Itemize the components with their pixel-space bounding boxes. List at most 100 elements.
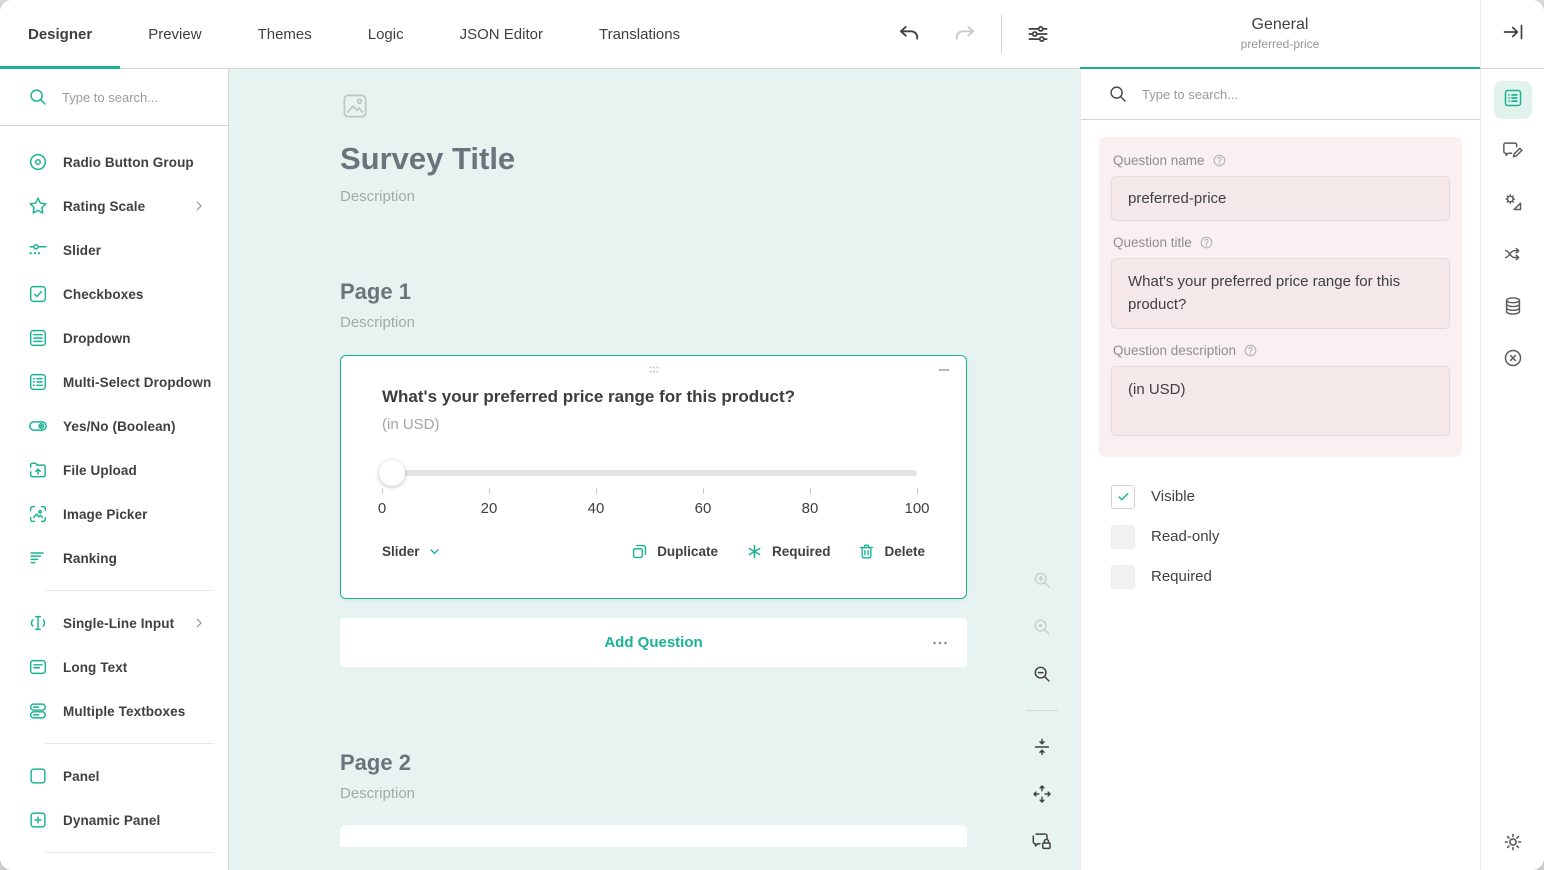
survey-title[interactable]: Survey Title <box>340 141 967 177</box>
unchecked-checkbox[interactable] <box>1111 565 1135 589</box>
toolbox-item-dropdown[interactable]: Dropdown <box>0 316 228 360</box>
category-tab-data[interactable] <box>1494 289 1532 327</box>
multi-textbox-icon <box>27 700 49 722</box>
toolbox-item-file-upload[interactable]: File Upload <box>0 448 228 492</box>
category-tab-design[interactable] <box>1494 185 1532 223</box>
survey-description[interactable]: Description <box>340 188 967 205</box>
toolbox-item-panel[interactable]: Panel <box>0 754 228 798</box>
property-panel-body: Question name preferred-price Question t… <box>1081 120 1480 597</box>
property-panel-header: General preferred-price <box>1080 0 1480 69</box>
zoom-actual-icon[interactable] <box>1031 616 1053 638</box>
toolbox-item-long-text[interactable]: Long Text <box>0 645 228 689</box>
redo-icon[interactable] <box>945 14 985 54</box>
slider-track[interactable] <box>382 470 917 476</box>
required-button[interactable]: Required <box>745 542 831 561</box>
page-2-title[interactable]: Page 2 <box>340 750 967 776</box>
add-question-button[interactable]: Add Question <box>340 618 967 667</box>
question-title-label: Question title <box>1113 235 1448 250</box>
help-icon[interactable] <box>1243 343 1258 358</box>
slider-control <box>382 460 925 486</box>
image-picker-icon <box>27 503 49 525</box>
checkbox-read-only[interactable]: Read-only <box>1111 517 1462 557</box>
category-tab-validation[interactable] <box>1494 341 1532 379</box>
toolbox-item-image-picker[interactable]: Image Picker <box>0 492 228 536</box>
add-question-menu-icon[interactable] <box>929 618 951 667</box>
tab-translations[interactable]: Translations <box>571 0 708 68</box>
zoom-in-icon[interactable] <box>1031 569 1053 591</box>
checkbox-icon <box>27 283 49 305</box>
ranking-icon <box>27 547 49 569</box>
fit-page-icon[interactable] <box>1031 783 1053 805</box>
question-description-field[interactable]: (in USD) <box>1111 366 1450 436</box>
page-1-title[interactable]: Page 1 <box>340 279 967 305</box>
question-type-selector[interactable]: Slider <box>382 544 441 559</box>
question-card-partial[interactable] <box>340 825 967 847</box>
checkbox-visible[interactable]: Visible <box>1111 477 1462 517</box>
dynamic-panel-icon <box>27 809 49 831</box>
question-description[interactable]: (in USD) <box>382 416 925 433</box>
slider-thumb[interactable] <box>379 460 405 486</box>
undo-icon[interactable] <box>889 14 929 54</box>
unchecked-checkbox[interactable] <box>1111 525 1135 549</box>
property-search-input[interactable] <box>1142 87 1392 102</box>
drag-handle-icon[interactable] <box>644 363 664 382</box>
survey-logo-placeholder-icon[interactable] <box>340 108 370 125</box>
toolbox-search-input[interactable] <box>62 90 212 105</box>
toolbox-item-rating-scale[interactable]: Rating Scale <box>0 184 228 228</box>
toolbox-item-yes-no-boolean[interactable]: Yes/No (Boolean) <box>0 404 228 448</box>
toolbox-item-radio-button-group[interactable]: Radio Button Group <box>0 140 228 184</box>
zoom-out-icon[interactable] <box>1031 663 1053 685</box>
help-icon[interactable] <box>1212 153 1227 168</box>
collapse-panel-icon <box>1501 20 1525 49</box>
toolbox-item-ranking[interactable]: Ranking <box>0 536 228 580</box>
toolbox-item-multi-select-dropdown[interactable]: Multi-Select Dropdown <box>0 360 228 404</box>
property-search[interactable] <box>1081 69 1480 120</box>
collapse-panel-button[interactable] <box>1480 0 1544 69</box>
toolbox-item-slider[interactable]: Slider <box>0 228 228 272</box>
tab-designer[interactable]: Designer <box>0 0 120 68</box>
slider-tick <box>810 488 811 494</box>
category-tab-display[interactable] <box>1494 133 1532 171</box>
top-toolbar: Designer Preview Themes Logic JSON Edito… <box>0 0 1080 69</box>
toolbox-item-checkboxes[interactable]: Checkboxes <box>0 272 228 316</box>
bubble-pencil-icon <box>1502 139 1524 166</box>
toolbox-item-dynamic-panel[interactable]: Dynamic Panel <box>0 798 228 842</box>
collapse-all-icon[interactable] <box>1031 736 1053 758</box>
duplicate-button[interactable]: Duplicate <box>630 542 718 561</box>
toolbox-search[interactable] <box>0 69 228 126</box>
settings-sliders-icon[interactable] <box>1018 14 1058 54</box>
chevron-right-icon[interactable] <box>192 616 206 630</box>
checkbox-required[interactable]: Required <box>1111 557 1462 597</box>
question-name-field[interactable]: preferred-price <box>1111 176 1450 221</box>
survey-content: Survey Title Description Page 1 Descript… <box>340 69 967 847</box>
page-1-description[interactable]: Description <box>340 314 967 331</box>
tab-themes[interactable]: Themes <box>230 0 340 68</box>
question-title-field[interactable]: What's your preferred price range for th… <box>1111 258 1450 329</box>
tab-json-editor[interactable]: JSON Editor <box>432 0 571 68</box>
asterisk-icon <box>745 542 764 561</box>
checked-checkbox[interactable] <box>1111 485 1135 509</box>
collapse-question-icon[interactable] <box>936 362 952 383</box>
canvas-tools-divider <box>1026 710 1058 711</box>
boolean-icon <box>27 415 49 437</box>
category-tab-general[interactable] <box>1494 81 1532 119</box>
tab-preview[interactable]: Preview <box>120 0 229 68</box>
chevron-right-icon[interactable] <box>192 199 206 213</box>
toolbox-sidebar: Radio Button GroupRating ScaleSliderChec… <box>0 69 229 870</box>
survey-lock-icon[interactable] <box>1031 830 1053 852</box>
toolbox-group-divider <box>45 590 214 591</box>
category-tab-logic[interactable] <box>1494 237 1532 275</box>
slider-tick <box>917 488 918 494</box>
toolbox-item-single-line-input[interactable]: Single-Line Input <box>0 601 228 645</box>
tab-logic[interactable]: Logic <box>340 0 432 68</box>
long-text-icon <box>27 656 49 678</box>
property-category-strip <box>1480 69 1544 870</box>
question-card-selected[interactable]: What's your preferred price range for th… <box>340 355 967 599</box>
toolbox-item-multiple-textboxes[interactable]: Multiple Textboxes <box>0 689 228 733</box>
delete-button[interactable]: Delete <box>857 542 925 561</box>
page-2-description[interactable]: Description <box>340 785 967 802</box>
creator-settings-gear-icon[interactable] <box>1501 830 1525 854</box>
single-line-icon <box>27 612 49 634</box>
help-icon[interactable] <box>1199 235 1214 250</box>
view-tabs: Designer Preview Themes Logic JSON Edito… <box>0 0 708 68</box>
